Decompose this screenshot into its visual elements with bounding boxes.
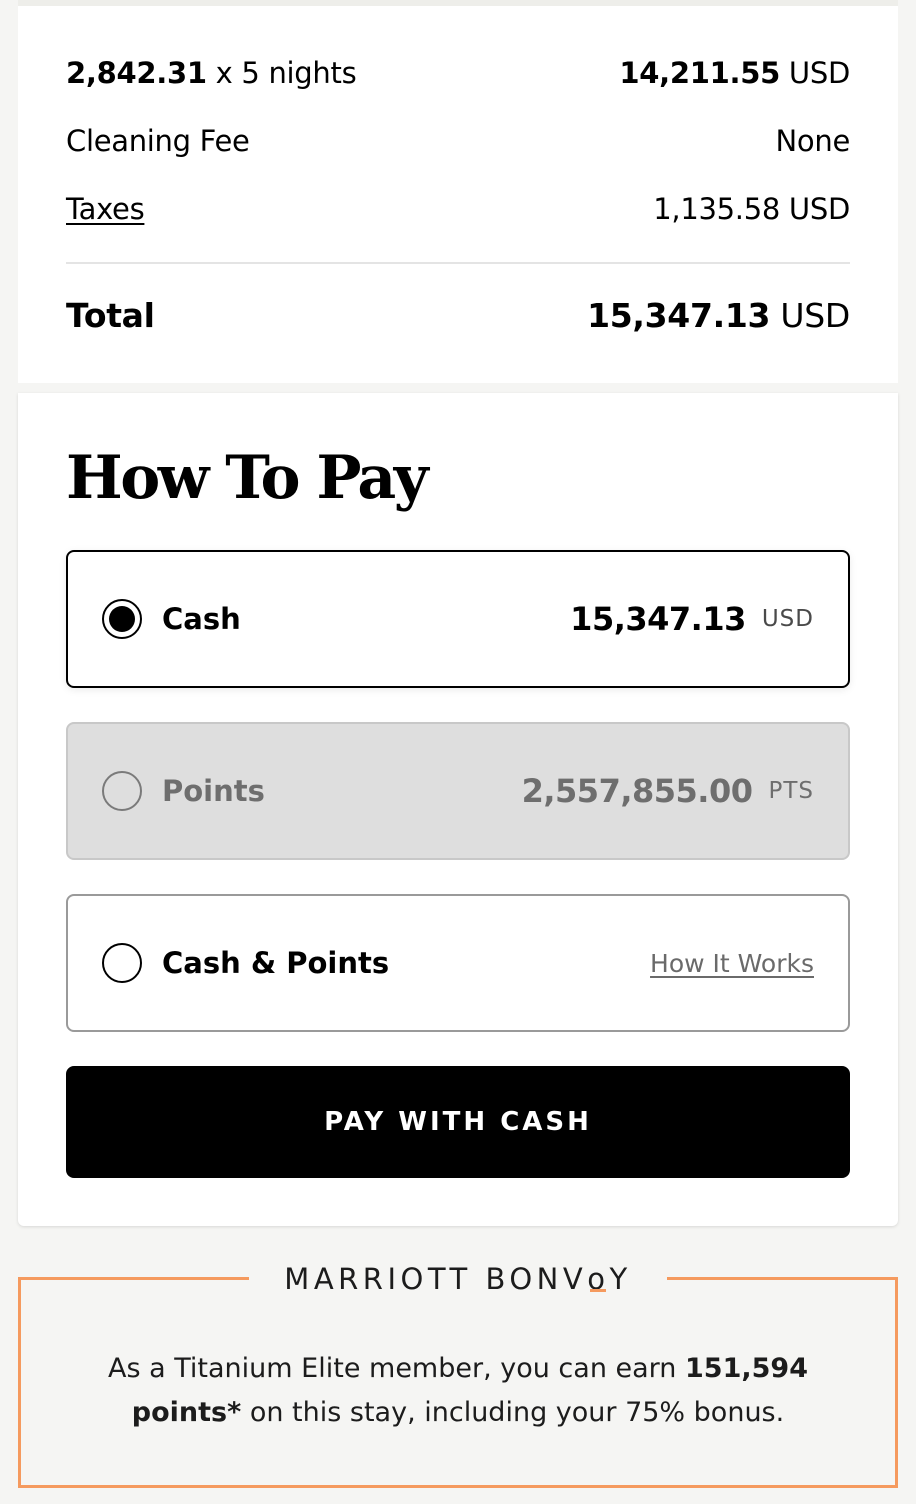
payment-option-cash[interactable]: Cash 15,347.13 USD (66, 550, 850, 688)
subtotal-value: 14,211.55 USD (619, 56, 850, 90)
option-label: Cash & Points (162, 946, 390, 980)
total-label: Total (66, 296, 155, 335)
taxes-value: 1,135.58 USD (653, 192, 850, 226)
cleaning-fee-value: None (775, 124, 851, 158)
nightly-rate-row: 2,842.31 x 5 nights 14,211.55 USD (66, 56, 850, 90)
option-amount: 15,347.13 (570, 600, 746, 638)
taxes-row: Taxes 1,135.58 USD (66, 192, 850, 226)
option-label: Cash (162, 602, 241, 636)
payment-option-cash-and-points[interactable]: Cash & Points How It Works (66, 894, 850, 1032)
banner-border-left (21, 1277, 249, 1280)
bonvoy-earnings-banner: MARRIOTT BONVoY As a Titanium Elite memb… (18, 1262, 898, 1488)
option-unit: USD (761, 606, 814, 632)
summary-divider (66, 262, 850, 264)
how-it-works-link[interactable]: How It Works (650, 949, 814, 978)
radio-unselected-icon[interactable] (102, 943, 142, 983)
option-amount: 2,557,855.00 (521, 772, 753, 810)
radio-unselected-icon (102, 771, 142, 811)
banner-border-right (667, 1277, 895, 1280)
radio-selected-icon[interactable] (102, 599, 142, 639)
total-value: 15,347.13 USD (587, 296, 850, 335)
price-summary-card: 2,842.31 x 5 nights 14,211.55 USD Cleani… (18, 0, 898, 383)
total-row: Total 15,347.13 USD (66, 296, 850, 335)
marriott-bonvoy-logo: MARRIOTT BONVoY (284, 1262, 632, 1296)
cleaning-fee-row: Cleaning Fee None (66, 124, 850, 158)
payment-option-points: Points 2,557,855.00 PTS (66, 722, 850, 860)
taxes-link[interactable]: Taxes (66, 192, 145, 226)
cleaning-fee-label: Cleaning Fee (66, 124, 250, 158)
option-unit: PTS (768, 778, 814, 804)
how-to-pay-title: How To Pay (66, 443, 429, 513)
how-to-pay-card: How To Pay Cash 15,347.13 USD Points 2,5… (18, 393, 898, 1226)
bonvoy-earnings-message: As a Titanium Elite member, you can earn… (108, 1353, 808, 1428)
option-label: Points (162, 774, 265, 808)
pay-with-cash-button[interactable]: PAY WITH CASH (66, 1066, 850, 1178)
nightly-rate-label: 2,842.31 x 5 nights (66, 56, 357, 90)
